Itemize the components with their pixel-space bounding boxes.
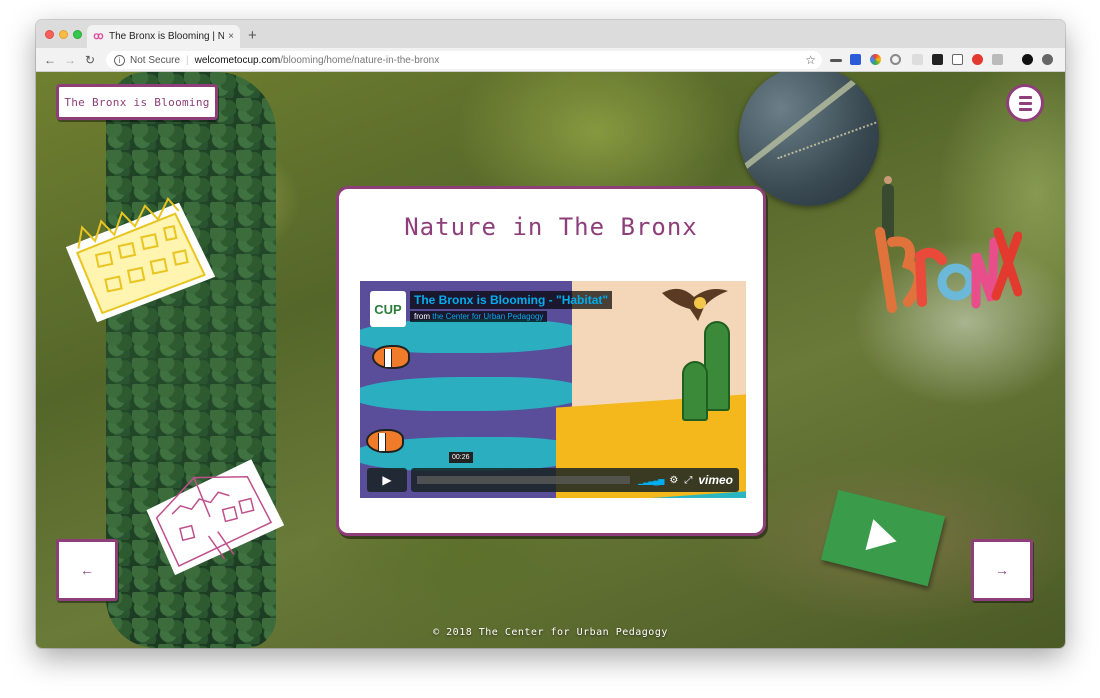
extension-icon-3[interactable]: [870, 54, 881, 65]
tab-bar: ꝏ The Bronx is Blooming | Nature × +: [36, 20, 1065, 48]
extension-icon-9[interactable]: [992, 54, 1003, 65]
minimize-window-button[interactable]: [59, 30, 68, 39]
texture-circle-image: [739, 72, 879, 206]
settings-gear-icon[interactable]: ⚙: [669, 475, 678, 486]
maximize-window-button[interactable]: [73, 30, 82, 39]
video-control-bar: 00:26 ▁▂▃▄▅ ⚙ ⤢ vimeo: [411, 452, 739, 492]
back-arrow-icon[interactable]: ←: [40, 53, 60, 67]
close-window-button[interactable]: [45, 30, 54, 39]
extension-icon-2[interactable]: [850, 54, 861, 65]
content-card: Nature in The Bronx CUP The Bronx is Blo…: [336, 186, 766, 536]
video-title[interactable]: The Bronx is Blooming - "Habitat": [410, 291, 613, 309]
volume-icon[interactable]: ▁▂▃▄▅: [638, 476, 664, 485]
forward-arrow-icon[interactable]: →: [60, 53, 80, 67]
vimeo-logo[interactable]: vimeo: [698, 473, 733, 487]
star-icon[interactable]: ☆: [805, 53, 816, 67]
url-field[interactable]: i Not Secure | welcometocup.com /bloomin…: [106, 51, 822, 69]
reload-icon[interactable]: ↻: [80, 53, 100, 67]
page-content: The Bronx is Blooming Nature in The Bron…: [36, 72, 1065, 648]
extension-icon-1[interactable]: [830, 59, 842, 62]
url-host: welcometocup.com: [194, 54, 281, 66]
security-label: Not Secure: [130, 54, 181, 66]
cactus-shape: [682, 361, 708, 421]
hamburger-menu-icon[interactable]: [1006, 84, 1044, 122]
bronx-lettering-image: [875, 227, 1022, 313]
play-icon[interactable]: ▶: [367, 468, 407, 492]
fullscreen-icon[interactable]: ⤢: [684, 475, 692, 486]
tab-close-icon[interactable]: ×: [228, 31, 234, 42]
extension-icon-6[interactable]: [932, 54, 943, 65]
video-byline: from the Center for Urban Pedagogy: [410, 311, 548, 322]
next-page-button[interactable]: →: [971, 539, 1033, 601]
wave-shape: [360, 377, 590, 411]
byline-link[interactable]: the Center for Urban Pedagogy: [432, 312, 543, 321]
url-path: /blooming/home/nature-in-the-bronx: [280, 54, 440, 66]
profile-avatar[interactable]: [1022, 54, 1033, 65]
new-tab-button[interactable]: +: [248, 27, 257, 44]
video-meta: The Bronx is Blooming - "Habitat" from t…: [410, 291, 613, 322]
green-play-sticker: [820, 489, 946, 587]
page-title: Nature in The Bronx: [404, 213, 698, 241]
extension-icon-7[interactable]: [952, 54, 963, 65]
browser-tab[interactable]: ꝏ The Bronx is Blooming | Nature ×: [87, 25, 240, 48]
video-player[interactable]: CUP The Bronx is Blooming - "Habitat" fr…: [360, 281, 746, 498]
address-bar: ← → ↻ i Not Secure | welcometocup.com /b…: [36, 48, 1065, 72]
prev-page-button[interactable]: ←: [56, 539, 118, 601]
byline-from: from: [414, 312, 430, 321]
extension-icon-4[interactable]: [890, 54, 901, 65]
url-separator: |: [186, 54, 189, 66]
extension-icon-8[interactable]: [972, 54, 983, 65]
footer-copyright: © 2018 The Center for Urban Pedagogy: [433, 627, 668, 638]
info-icon[interactable]: i: [114, 54, 125, 66]
extension-icon-5[interactable]: [912, 54, 923, 65]
browser-window: ꝏ The Bronx is Blooming | Nature × + ← →…: [36, 20, 1065, 648]
video-time: 00:26: [449, 452, 473, 463]
tab-title: The Bronx is Blooming | Nature: [109, 31, 225, 42]
play-triangle-icon: [865, 519, 901, 557]
video-progress-track[interactable]: [417, 476, 631, 484]
clownfish-cutout: [372, 345, 410, 369]
cup-logo[interactable]: CUP: [370, 291, 406, 327]
clownfish-cutout: [366, 429, 404, 453]
video-header: CUP The Bronx is Blooming - "Habitat" fr…: [370, 291, 613, 327]
video-controls: ▶ 00:26 ▁▂▃▄▅ ⚙ ⤢ vimeo: [367, 452, 739, 492]
eagle-cutout: [662, 288, 728, 321]
extension-icon-10[interactable]: [1042, 54, 1053, 65]
favicon-icon: ꝏ: [93, 31, 104, 42]
site-title-button[interactable]: The Bronx is Blooming: [56, 84, 218, 120]
